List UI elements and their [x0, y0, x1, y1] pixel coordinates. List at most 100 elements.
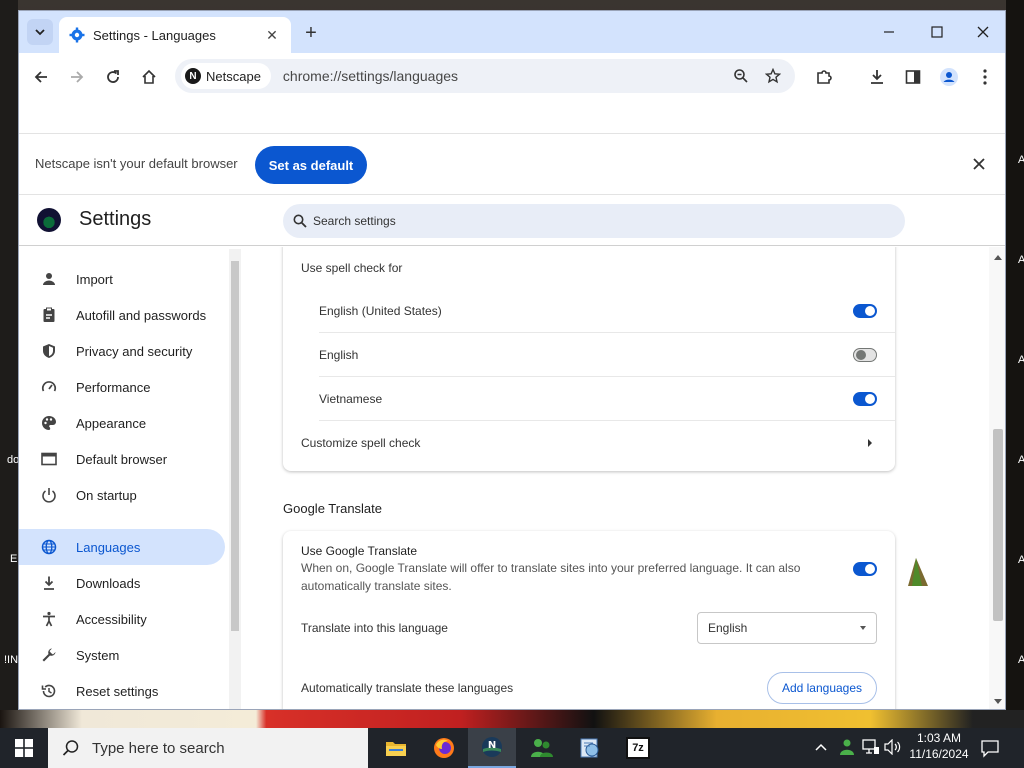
tab-search-button[interactable]: [27, 19, 53, 45]
browser-window-icon: [39, 449, 59, 469]
spell-language-name: Vietnamese: [319, 391, 383, 406]
network-icon: [862, 739, 879, 754]
use-google-translate-row[interactable]: Use Google Translate When on, Google Tra…: [283, 531, 895, 599]
sidebar-item-downloads[interactable]: Downloads: [19, 565, 225, 601]
bookmark-button[interactable]: [757, 59, 789, 93]
set-as-default-button[interactable]: Set as default: [255, 146, 367, 184]
home-button[interactable]: [137, 65, 161, 89]
settings-search-input[interactable]: [313, 214, 873, 228]
sidebar-item-autofill[interactable]: Autofill and passwords: [19, 297, 225, 333]
triangle-right-icon: [868, 439, 872, 447]
content-scrollbar-thumb[interactable]: [993, 429, 1003, 621]
search-icon: [62, 740, 79, 756]
tray-user-status[interactable]: [838, 738, 856, 761]
spell-language-name: English (United States): [319, 303, 442, 318]
scroll-down-arrow-icon[interactable]: [994, 699, 1002, 704]
taskbar-app-firefox[interactable]: [420, 728, 468, 768]
url-text[interactable]: chrome://settings/languages: [283, 68, 725, 84]
taskbar-app-netscape[interactable]: N: [468, 728, 516, 768]
address-bar[interactable]: N Netscape chrome://settings/languages: [175, 59, 795, 93]
forward-button[interactable]: [65, 65, 89, 89]
spell-language-toggle[interactable]: [853, 347, 877, 362]
menu-button[interactable]: [973, 65, 997, 89]
settings-search-box[interactable]: [283, 204, 905, 238]
taskbar-app-file-explorer[interactable]: [372, 728, 420, 768]
sidebar-item-system[interactable]: System: [19, 637, 225, 673]
downloads-button[interactable]: [865, 65, 889, 89]
arrow-left-icon: [34, 71, 47, 83]
close-window-button[interactable]: [961, 19, 1005, 45]
translate-language-select[interactable]: English: [697, 612, 877, 644]
tray-network[interactable]: [862, 739, 880, 760]
accessibility-icon: [39, 609, 59, 629]
google-translate-toggle[interactable]: [853, 562, 877, 576]
toggle-knob: [865, 305, 875, 316]
shield-icon: [39, 341, 59, 361]
spell-language-row[interactable]: Vietnamese: [319, 377, 895, 421]
profile-chip[interactable]: N Netscape: [181, 63, 271, 89]
desktop-icon-label: A: [1018, 254, 1024, 266]
tray-volume[interactable]: [884, 738, 902, 760]
page-title: Settings: [79, 208, 152, 230]
taskbar-app-messenger[interactable]: [518, 728, 566, 768]
spell-language-toggle[interactable]: [853, 303, 877, 318]
clock-date: 11/16/2024: [909, 747, 969, 761]
desktop-icon-label: A: [1018, 354, 1024, 366]
profile-button[interactable]: [937, 65, 961, 89]
scroll-up-arrow-icon[interactable]: [994, 255, 1002, 260]
sidebar-scrollbar[interactable]: [229, 249, 241, 709]
settings-header: Settings: [19, 196, 1005, 246]
tray-overflow-button[interactable]: [814, 740, 830, 756]
desktop-icon-label: A: [1018, 554, 1024, 566]
star-icon: [765, 68, 781, 84]
maximize-icon: [931, 26, 943, 38]
maximize-button[interactable]: [915, 19, 959, 45]
spell-language-row[interactable]: English (United States): [319, 289, 895, 333]
side-panel-icon: [905, 70, 921, 84]
content-scrollbar[interactable]: [989, 247, 1005, 709]
sidebar-item-on-startup[interactable]: On startup: [19, 477, 225, 513]
tab-settings-languages[interactable]: Settings - Languages ✕: [59, 17, 291, 53]
sidebar-item-privacy[interactable]: Privacy and security: [19, 333, 225, 369]
extensions-button[interactable]: [812, 65, 836, 89]
tray-clock[interactable]: 1:03 AM 11/16/2024: [906, 731, 972, 761]
new-tab-button[interactable]: +: [299, 21, 323, 45]
add-languages-button[interactable]: Add languages: [767, 672, 877, 704]
spell-language-row[interactable]: English: [319, 333, 895, 377]
customize-spell-check-row[interactable]: Customize spell check: [283, 421, 895, 465]
spell-language-name: English: [319, 347, 359, 362]
puzzle-piece-icon: [817, 70, 832, 84]
toggle-knob: [865, 393, 875, 404]
netscape-logo-icon: N: [185, 68, 201, 84]
back-button[interactable]: [29, 65, 53, 89]
desktop-pet-icon: [908, 558, 928, 586]
minimize-button[interactable]: [867, 19, 911, 45]
sidebar-item-import[interactable]: Import: [19, 261, 225, 297]
reload-button[interactable]: [101, 65, 125, 89]
sidebar-item-label: Languages: [76, 539, 141, 555]
sidebar-item-appearance[interactable]: Appearance: [19, 405, 225, 441]
taskbar-app-setup[interactable]: [566, 728, 614, 768]
sidebar-item-accessibility[interactable]: Accessibility: [19, 601, 225, 637]
chevron-up-icon: [815, 743, 827, 751]
sidebar-scrollbar-thumb[interactable]: [231, 261, 239, 631]
tab-close-icon[interactable]: ✕: [263, 27, 281, 44]
sidebar-item-default-browser[interactable]: Default browser: [19, 441, 225, 477]
zoom-icon: [734, 69, 748, 83]
sidebar-item-performance[interactable]: Performance: [19, 369, 225, 405]
infobar-close-button[interactable]: [969, 154, 989, 174]
arrow-right-icon: [71, 71, 84, 83]
home-icon: [142, 69, 156, 84]
7zip-icon: 7z: [626, 737, 650, 759]
settings-sidebar: Import Autofill and passwords Privacy an…: [19, 247, 243, 709]
sidebar-item-reset-settings[interactable]: Reset settings: [19, 673, 225, 709]
spell-language-toggle[interactable]: [853, 391, 877, 406]
taskbar-app-7zip[interactable]: 7z: [614, 728, 662, 768]
side-panel-button[interactable]: [901, 65, 925, 89]
zoom-button[interactable]: [725, 59, 757, 93]
taskbar-search-box[interactable]: Type here to search: [48, 728, 368, 768]
sidebar-item-languages[interactable]: Languages: [19, 529, 225, 565]
notifications-button[interactable]: [980, 738, 1000, 763]
browser-toolbar: N Netscape chrome://settings/languages: [19, 53, 1005, 101]
start-button[interactable]: [0, 728, 48, 768]
